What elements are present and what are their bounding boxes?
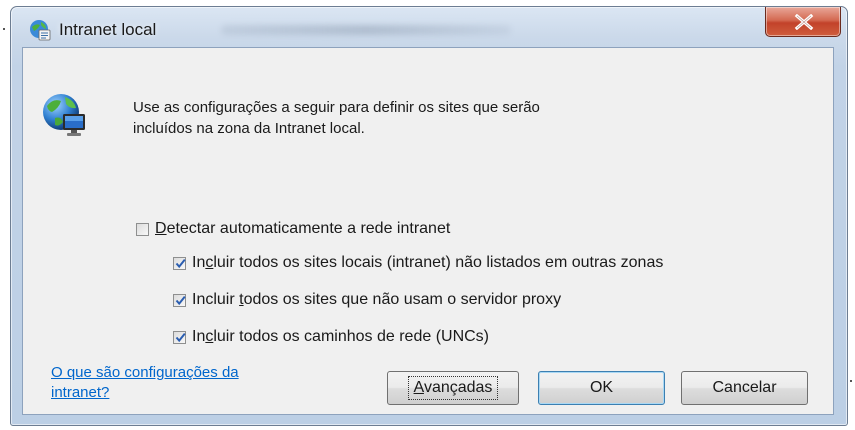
option-detect-intranet[interactable]: Detectar automaticamente a rede intranet [136,220,450,238]
option-include-local-sites[interactable]: Incluir todos os sites locais (intranet)… [173,254,663,272]
blurred-title-background [221,25,511,35]
description-line: Use as configurações a seguir para defin… [133,99,540,116]
ok-button[interactable]: OK [538,371,665,405]
window-title: Intranet local [59,20,157,39]
edge-artifact [850,380,852,382]
help-link-line: O que são configurações da [51,364,239,381]
include-no-proxy-sites-checkbox[interactable] [173,293,186,307]
checkmark-icon [175,258,186,268]
include-unc-paths-label: Incluir todos os caminhos de rede (UNCs) [192,328,490,345]
checkmark-icon [175,295,186,305]
intranet-settings-help-link[interactable]: O que são configurações da intranet? [51,363,311,403]
dialog-body: Use as configurações a seguir para defin… [22,47,834,415]
advanced-button[interactable]: Avançadas [387,371,519,405]
description-line: incluídos na zona da Intranet local. [133,120,365,137]
close-button[interactable] [765,7,841,37]
title-bar[interactable]: Intranet local [11,7,847,47]
advanced-button-label: Avançadas [407,376,499,400]
include-no-proxy-sites-label: Incluir todos os sites que não usam o se… [192,291,562,308]
intranet-local-dialog: Intranet local Use as configurações a se… [10,6,848,426]
option-include-no-proxy-sites[interactable]: Incluir todos os sites que não usam o se… [173,291,561,309]
close-icon [794,14,814,30]
detect-intranet-label: Detectar automaticamente a rede intranet [155,220,451,237]
include-unc-paths-checkbox[interactable] [173,330,186,344]
checkmark-icon [175,332,186,342]
help-link-line: intranet? [51,384,110,401]
option-include-unc-paths[interactable]: Incluir todos os caminhos de rede (UNCs) [173,328,489,346]
intranet-globe-icon [43,94,85,136]
edge-artifact [3,28,5,30]
internet-options-icon [30,20,51,41]
description-text: Use as configurações a seguir para defin… [133,97,540,139]
include-local-sites-label: Incluir todos os sites locais (intranet)… [192,254,664,271]
include-local-sites-checkbox[interactable] [173,256,186,270]
detect-intranet-checkbox[interactable] [136,222,149,236]
cancel-button[interactable]: Cancelar [681,371,808,405]
